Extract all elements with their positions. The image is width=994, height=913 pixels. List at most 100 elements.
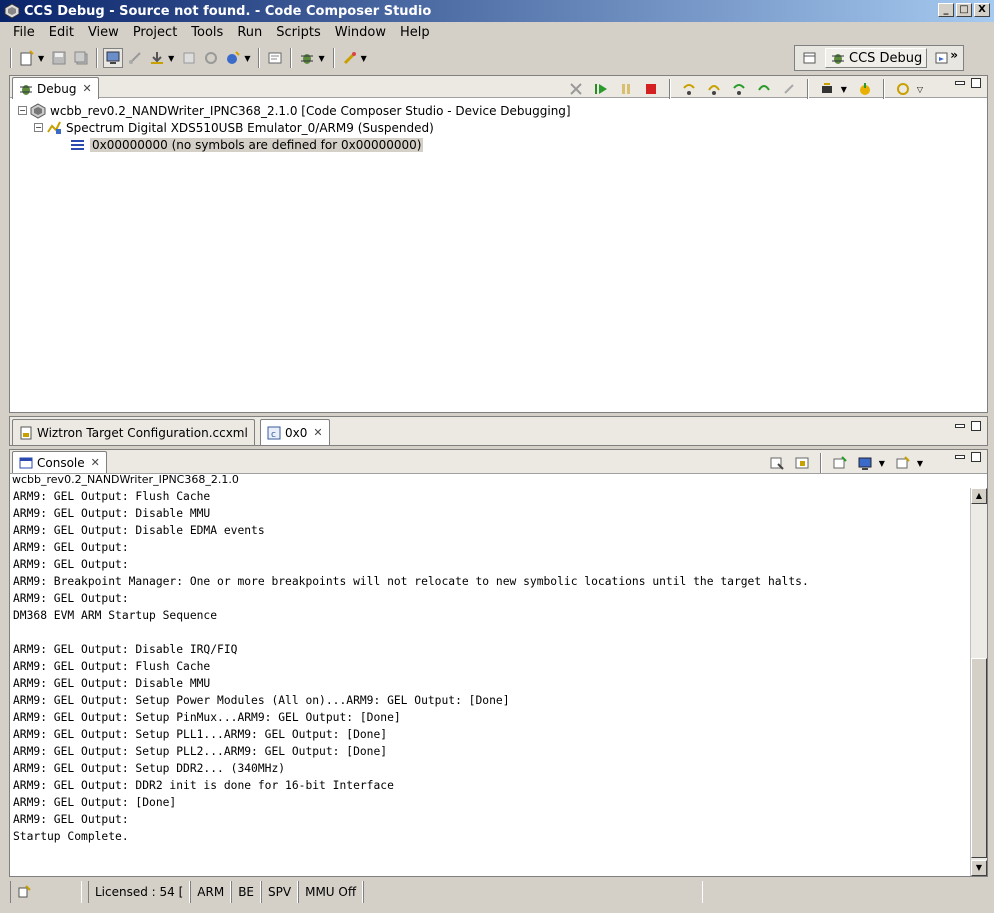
- console-header: Console ✕ ▼ ▼: [10, 450, 987, 474]
- close-button[interactable]: X: [974, 3, 990, 17]
- console-line: ARM9: GEL Output: Disable IRQ/FIQ: [13, 643, 238, 656]
- debug-bug-icon[interactable]: [297, 48, 317, 68]
- tab-target-configuration[interactable]: Wiztron Target Configuration.ccxml: [12, 419, 255, 445]
- console-window-controls: [955, 452, 981, 462]
- collapse-icon[interactable]: −: [18, 106, 27, 115]
- reset-dropdown-icon[interactable]: ▼: [841, 85, 847, 94]
- console-line: ARM9: GEL Output: Disable MMU: [13, 507, 211, 520]
- save-icon[interactable]: [49, 48, 69, 68]
- debug-bug-icon: [20, 84, 32, 95]
- open-console-icon[interactable]: [893, 453, 913, 473]
- maximize-view-icon[interactable]: [971, 452, 981, 462]
- status-fastview[interactable]: [10, 881, 82, 903]
- tab-0x0[interactable]: c 0x0 ✕: [260, 419, 330, 445]
- tree-item-stack-frame[interactable]: 0x00000000 (no symbols are defined for 0…: [18, 136, 571, 153]
- console-output[interactable]: ARM9: GEL Output: Flush Cache ARM9: GEL O…: [13, 488, 968, 874]
- console-line: ARM9: GEL Output:: [13, 813, 129, 826]
- menu-tools[interactable]: Tools: [184, 25, 230, 40]
- console-line: ARM9: GEL Output:: [13, 558, 129, 571]
- svg-text:c: c: [271, 430, 276, 440]
- scroll-up-button[interactable]: ▲: [971, 488, 987, 504]
- console-line: ARM9: GEL Output: Flush Cache: [13, 660, 211, 673]
- console-line: ARM9: GEL Output: Disable EDMA events: [13, 524, 265, 537]
- open-perspective-icon[interactable]: [800, 48, 820, 68]
- menu-help[interactable]: Help: [393, 25, 437, 40]
- pin-console-icon[interactable]: [830, 453, 850, 473]
- build-icon[interactable]: [223, 48, 243, 68]
- build-dropdown-icon[interactable]: ▼: [244, 54, 250, 63]
- save-all-icon[interactable]: [71, 48, 91, 68]
- restart-icon[interactable]: [201, 48, 221, 68]
- external-tools-dropdown-icon[interactable]: ▼: [361, 54, 367, 63]
- menu-window[interactable]: Window: [328, 25, 393, 40]
- menu-scripts[interactable]: Scripts: [269, 25, 327, 40]
- menu-file[interactable]: File: [6, 25, 42, 40]
- minimize-button[interactable]: _: [938, 3, 954, 17]
- console-line: ARM9: GEL Output: DDR2 init is done for …: [13, 779, 394, 792]
- step-over-icon[interactable]: [704, 79, 724, 99]
- connect-icon[interactable]: [125, 48, 145, 68]
- suspend-icon[interactable]: [616, 79, 636, 99]
- tree-item-root[interactable]: − wcbb_rev0.2_NANDWriter_IPNC368_2.1.0 […: [18, 102, 571, 119]
- menu-edit[interactable]: Edit: [42, 25, 81, 40]
- load-dropdown-icon[interactable]: ▼: [168, 54, 174, 63]
- debug-dropdown-icon[interactable]: ▼: [318, 54, 324, 63]
- view-menu-icon[interactable]: ▽: [917, 85, 923, 94]
- remove-terminated-icon[interactable]: [566, 79, 586, 99]
- reset-icon[interactable]: [817, 79, 837, 99]
- resume-icon[interactable]: [591, 79, 611, 99]
- minimize-view-icon[interactable]: [955, 424, 965, 428]
- close-tab-icon[interactable]: ✕: [91, 456, 100, 469]
- new-dropdown-icon[interactable]: ▼: [38, 54, 44, 63]
- menu-run[interactable]: Run: [230, 25, 269, 40]
- refresh-icon[interactable]: [893, 79, 913, 99]
- display-console-icon[interactable]: [855, 453, 875, 473]
- more-perspectives-chevron-icon[interactable]: »: [950, 48, 958, 62]
- tab-console[interactable]: Console ✕: [12, 451, 107, 473]
- toolbar-separator: [668, 79, 671, 99]
- toolbar-separator: [290, 48, 293, 68]
- scroll-down-button[interactable]: ▼: [971, 860, 987, 876]
- status-mode: SPV: [261, 881, 299, 903]
- open-console-dropdown-icon[interactable]: ▼: [917, 459, 923, 468]
- console-scrollbar[interactable]: ▲ ▼: [970, 488, 987, 876]
- menu-view[interactable]: View: [81, 25, 126, 40]
- restart-target-icon[interactable]: [855, 79, 875, 99]
- maximize-button[interactable]: □: [956, 3, 972, 17]
- bug-icon: [832, 54, 844, 64]
- launch-config-icon: [30, 102, 46, 119]
- step-into-icon[interactable]: [679, 79, 699, 99]
- console-line: ARM9: GEL Output: Flush Cache: [13, 490, 211, 503]
- reset-cpu-icon[interactable]: [179, 48, 199, 68]
- scroll-lock-icon[interactable]: [792, 453, 812, 473]
- external-tools-icon[interactable]: [340, 48, 360, 68]
- tab-debug[interactable]: Debug ✕: [12, 77, 99, 99]
- debug-view-header: Debug ✕ ▼ ▽: [10, 76, 987, 99]
- debug-target-icon[interactable]: [103, 48, 124, 68]
- console-line: ARM9: GEL Output: Setup Power Modules (A…: [13, 694, 510, 707]
- debug-view: Debug ✕ ▼ ▽ − wcbb_rev0.2_NANDWriter_IPN…: [9, 75, 988, 413]
- debug-tree: − wcbb_rev0.2_NANDWriter_IPNC368_2.1.0 […: [18, 102, 571, 153]
- console-line: ARM9: Breakpoint Manager: One or more br…: [13, 575, 809, 588]
- minimize-view-icon[interactable]: [955, 81, 965, 85]
- open-console-icon[interactable]: [265, 48, 285, 68]
- display-console-dropdown-icon[interactable]: ▼: [879, 459, 885, 468]
- asm-step-over-icon[interactable]: [754, 79, 774, 99]
- minimize-view-icon[interactable]: [955, 455, 965, 459]
- clear-console-icon[interactable]: [767, 453, 787, 473]
- terminate-icon[interactable]: [641, 79, 661, 99]
- drop-to-frame-icon[interactable]: [779, 79, 799, 99]
- menu-project[interactable]: Project: [126, 25, 184, 40]
- collapse-icon[interactable]: −: [34, 123, 43, 132]
- maximize-view-icon[interactable]: [971, 78, 981, 88]
- step-return-icon[interactable]: [729, 79, 749, 99]
- tab-0x0-label: 0x0: [285, 425, 308, 440]
- scroll-thumb[interactable]: [971, 658, 987, 858]
- load-program-icon[interactable]: [147, 48, 167, 68]
- close-tab-icon[interactable]: ✕: [313, 426, 322, 439]
- tree-item-emulator[interactable]: − Spectrum Digital XDS510USB Emulator_0/…: [18, 119, 571, 136]
- perspective-ccs-debug[interactable]: CCS Debug: [825, 48, 928, 68]
- new-icon[interactable]: [17, 48, 37, 68]
- close-tab-icon[interactable]: ✕: [82, 82, 91, 95]
- maximize-view-icon[interactable]: [971, 421, 981, 431]
